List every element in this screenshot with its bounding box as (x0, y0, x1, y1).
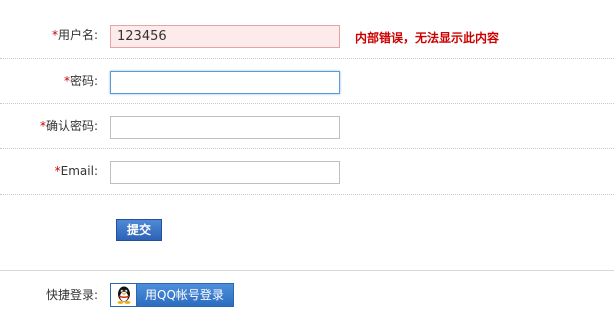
qq-login-button[interactable]: 用QQ帐号登录 (110, 283, 234, 307)
qq-login-button-label: 用QQ帐号登录 (145, 288, 224, 302)
row-divider (0, 194, 614, 195)
password-row: *密码: (0, 59, 614, 104)
qq-penguin-icon-graphic (117, 286, 131, 304)
password-label: *密码: (64, 71, 98, 91)
email-input[interactable] (110, 161, 340, 184)
confirm-password-input[interactable] (110, 116, 340, 139)
email-label-text: Email: (60, 164, 98, 178)
confirm-password-row: *确认密码: (0, 104, 614, 149)
username-label-text: 用户名: (57, 28, 98, 42)
password-label-text: 密码: (69, 74, 98, 88)
email-row: *Email: (0, 149, 614, 194)
section-divider (0, 270, 614, 271)
password-input[interactable] (110, 71, 340, 94)
username-input[interactable] (110, 25, 340, 48)
username-row: *用户名: 内部错误，无法显示此内容 (0, 13, 614, 58)
confirm-password-label: *确认密码: (40, 116, 98, 136)
quick-login-label: 快捷登录: (45, 288, 98, 302)
submit-button[interactable]: 提交 (116, 219, 162, 241)
username-error-message: 内部错误，无法显示此内容 (355, 31, 500, 45)
email-label: *Email: (55, 161, 98, 181)
confirm-password-label-text: 确认密码: (45, 119, 98, 133)
qq-penguin-icon (111, 284, 137, 306)
username-label: *用户名: (52, 25, 98, 45)
